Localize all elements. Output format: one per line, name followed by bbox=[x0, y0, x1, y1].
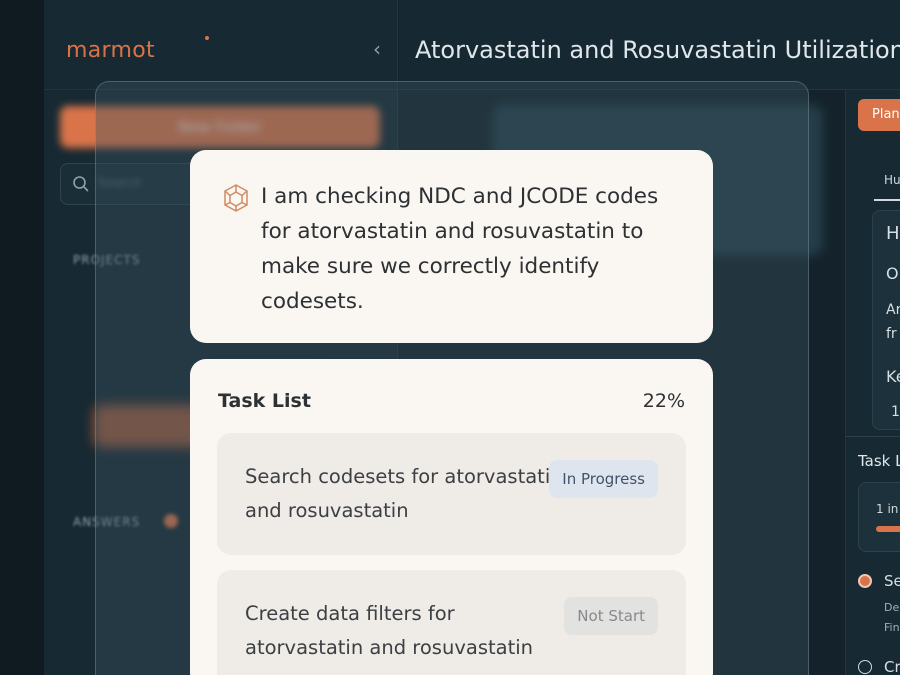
page-title: Atorvastatin and Rosuvastatin Utilizatio… bbox=[415, 36, 900, 64]
panel-progress-bar bbox=[876, 526, 900, 532]
brand-logo-dot bbox=[205, 36, 209, 40]
summary-line: Ar bbox=[886, 302, 900, 318]
tab-underline bbox=[874, 199, 900, 201]
right-panel: Plan Hu H O Ar fr Ke 1 Task L 1 in Se De… bbox=[845, 90, 900, 675]
task-list-card: Task List 22% Search codesets for atorva… bbox=[190, 359, 713, 675]
divider bbox=[846, 436, 900, 437]
cube-icon bbox=[224, 184, 248, 212]
brand-row: marmot ‹ bbox=[44, 0, 397, 90]
task-list-percent: 22% bbox=[642, 390, 685, 412]
tab-human[interactable]: Hu bbox=[884, 173, 900, 187]
panel-progress-text: 1 in bbox=[876, 502, 899, 516]
status-badge: In Progress bbox=[549, 460, 658, 498]
search-icon bbox=[73, 176, 89, 192]
summary-subheading: Ke bbox=[886, 367, 900, 386]
plan-button[interactable]: Plan bbox=[858, 99, 900, 131]
collapse-sidebar-chevron-icon[interactable]: ‹ bbox=[368, 39, 386, 59]
pending-step-circle-icon bbox=[858, 660, 872, 674]
agent-message-card: I am checking NDC and JCODE codes for at… bbox=[190, 150, 713, 343]
panel-task-title[interactable]: Cr bbox=[884, 658, 900, 675]
agent-message-text: I am checking NDC and JCODE codes for at… bbox=[261, 184, 659, 314]
summary-subheading: O bbox=[886, 264, 899, 283]
task-item[interactable]: Search codesets for atorvastatin and ros… bbox=[217, 433, 686, 555]
status-badge: Not Start bbox=[564, 597, 658, 635]
brand-logo: marmot bbox=[66, 38, 155, 63]
task-item[interactable]: Create data filters for atorvastatin and… bbox=[217, 570, 686, 675]
panel-progress-card bbox=[858, 482, 900, 552]
summary-heading: H bbox=[886, 223, 900, 244]
summary-line: fr bbox=[886, 326, 897, 342]
task-item-text: Create data filters for atorvastatin and… bbox=[245, 602, 533, 659]
panel-task-detail: Fin bbox=[884, 621, 900, 634]
task-list-title: Task List bbox=[218, 390, 311, 412]
panel-task-title[interactable]: Se bbox=[884, 572, 900, 590]
panel-task-detail: De bbox=[884, 601, 900, 614]
summary-line: 1 bbox=[891, 404, 900, 420]
task-item-text: Search codesets for atorvastatin and ros… bbox=[245, 465, 563, 522]
left-rail bbox=[0, 0, 44, 675]
page-header: Atorvastatin and Rosuvastatin Utilizatio… bbox=[399, 0, 900, 90]
active-step-dot-icon bbox=[858, 574, 872, 588]
panel-task-list-title: Task L bbox=[858, 452, 900, 470]
